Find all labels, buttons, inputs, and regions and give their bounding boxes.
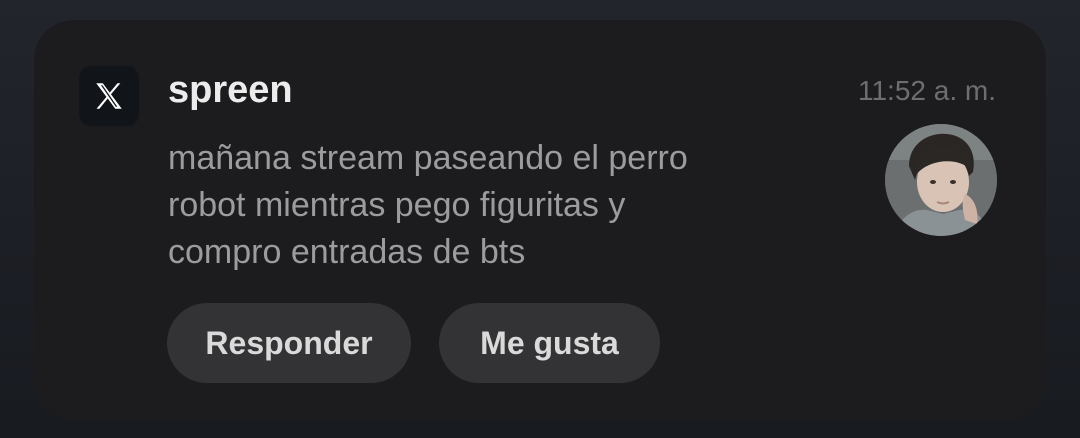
message-line: mañana stream paseando el perro bbox=[168, 139, 688, 177]
message-line: robot mientras pego figuritas y bbox=[168, 186, 626, 224]
reply-button[interactable]: Responder bbox=[167, 303, 411, 383]
notification-card[interactable]: spreen 11:52 a. m. mañana stream paseand… bbox=[34, 20, 1046, 420]
like-button[interactable]: Me gusta bbox=[439, 303, 660, 383]
x-logo-icon bbox=[79, 66, 139, 126]
notification-message: mañana stream paseando el perro robot mi… bbox=[168, 135, 808, 276]
avatar bbox=[885, 124, 997, 236]
notification-time: 11:52 a. m. bbox=[857, 75, 996, 106]
message-line: compro entradas de bts bbox=[168, 233, 526, 271]
sender-name: spreen bbox=[168, 69, 293, 111]
